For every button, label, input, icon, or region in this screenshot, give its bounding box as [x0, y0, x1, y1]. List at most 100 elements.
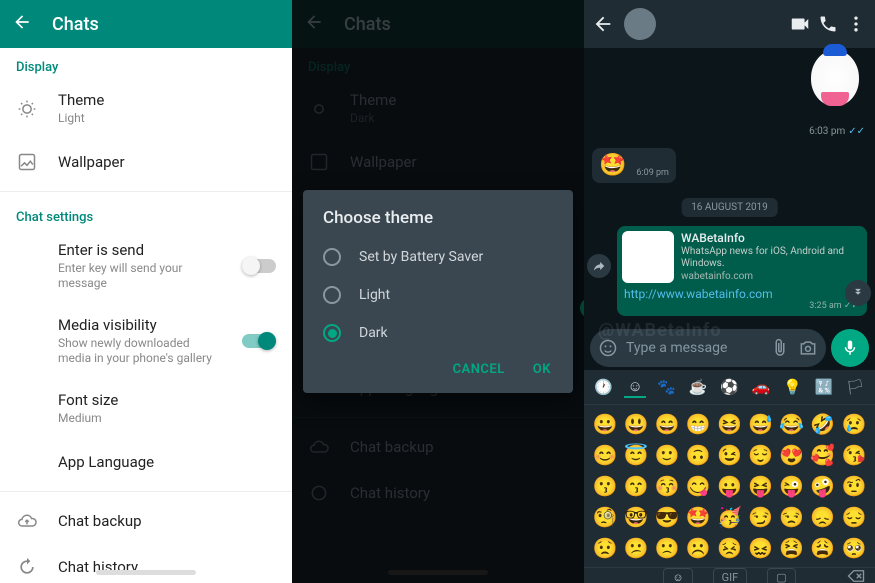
emoji-icon[interactable]: [598, 338, 618, 358]
theme-option-light[interactable]: Light: [303, 276, 573, 314]
enter-send-row[interactable]: Enter is sendEnter key will send your me…: [0, 229, 292, 304]
emoji-item[interactable]: 😕: [621, 533, 651, 563]
media-toggle[interactable]: [242, 334, 276, 348]
message-time: 6:03 pm✓✓: [809, 126, 865, 137]
back-icon[interactable]: [592, 13, 614, 35]
emoji-item[interactable]: 😇: [621, 440, 651, 470]
emoji-item[interactable]: 😜: [777, 471, 807, 501]
font-value: Medium: [58, 411, 276, 427]
category-recent-icon[interactable]: 🕐: [593, 376, 615, 398]
emoji-item[interactable]: 😛: [714, 471, 744, 501]
emoji-item[interactable]: 🥰: [808, 440, 838, 470]
radio-icon: [323, 248, 341, 266]
link-preview[interactable]: WABetaInfo WhatsApp news for iOS, Androi…: [622, 231, 862, 283]
emoji-item[interactable]: 😒: [777, 502, 807, 532]
emoji-item[interactable]: 😍: [777, 440, 807, 470]
emoji-item[interactable]: 😌: [746, 440, 776, 470]
dialog-overlay: Choose theme Set by Battery Saver Light …: [292, 0, 584, 583]
forward-icon[interactable]: [587, 254, 611, 278]
chat-history-row[interactable]: Chat history: [0, 544, 292, 583]
category-smileys-icon[interactable]: ☺: [624, 376, 646, 398]
section-chat-settings: Chat settings: [0, 198, 292, 229]
video-call-icon[interactable]: [789, 13, 811, 35]
camera-icon[interactable]: [798, 338, 818, 358]
sticker-message[interactable]: [805, 50, 865, 120]
emoji-item[interactable]: 😆: [714, 409, 744, 439]
input-placeholder: Type a message: [626, 340, 762, 356]
cancel-button[interactable]: CANCEL: [453, 362, 505, 377]
emoji-item[interactable]: 😔: [839, 502, 869, 532]
emoji-item[interactable]: 😂: [777, 409, 807, 439]
emoji-item[interactable]: 🤓: [621, 502, 651, 532]
wallpaper-icon: [16, 151, 38, 173]
emoji-item[interactable]: 😏: [746, 502, 776, 532]
emoji-item[interactable]: 😩: [808, 533, 838, 563]
avatar[interactable]: [624, 8, 656, 40]
chat-area[interactable]: 6:03 pm✓✓ 🤩6:09 pm 16 AUGUST 2019 WABeta…: [584, 48, 875, 326]
emoji-item[interactable]: 😗: [590, 471, 620, 501]
emoji-item[interactable]: 😘: [839, 440, 869, 470]
app-language-row[interactable]: App Language: [0, 439, 292, 485]
emoji-item[interactable]: 🙃: [683, 440, 713, 470]
enter-send-toggle[interactable]: [242, 259, 276, 273]
theme-option-dark[interactable]: Dark: [303, 314, 573, 352]
mic-button[interactable]: [831, 329, 869, 367]
message-link[interactable]: http://www.wabetainfo.com: [622, 283, 862, 301]
chat-backup-row[interactable]: Chat backup: [0, 498, 292, 544]
category-objects-icon[interactable]: 💡: [781, 376, 803, 398]
emoji-item[interactable]: 😉: [714, 440, 744, 470]
category-animals-icon[interactable]: 🐾: [656, 376, 678, 398]
category-flags-icon[interactable]: 🏳: [844, 376, 866, 398]
emoji-item[interactable]: 😎: [652, 502, 682, 532]
menu-icon[interactable]: [845, 13, 867, 35]
emoji-item[interactable]: 😅: [746, 409, 776, 439]
emoji-item[interactable]: 😀: [590, 409, 620, 439]
emoji-item[interactable]: 😞: [808, 502, 838, 532]
media-visibility-row[interactable]: Media visibilityShow newly downloaded me…: [0, 304, 292, 379]
emoji-item[interactable]: 🤣: [808, 409, 838, 439]
emoji-item[interactable]: 😊: [590, 440, 620, 470]
emoji-item[interactable]: 🤩: [683, 502, 713, 532]
emoji-item[interactable]: 🥺: [839, 533, 869, 563]
emoji-item[interactable]: 😁: [683, 409, 713, 439]
font-size-row[interactable]: Font sizeMedium: [0, 379, 292, 439]
emoji-item[interactable]: 🧐: [590, 502, 620, 532]
category-activity-icon[interactable]: ⚽: [718, 376, 740, 398]
emoji-item[interactable]: 🙁: [652, 533, 682, 563]
emoji-item[interactable]: 😝: [746, 471, 776, 501]
emoji-item[interactable]: 🤪: [808, 471, 838, 501]
category-symbols-icon[interactable]: 🔣: [813, 376, 835, 398]
settings-dark-panel: Chats Display ThemeDark Wallpaper App La…: [292, 0, 584, 583]
attach-icon[interactable]: [770, 338, 790, 358]
emoji-item[interactable]: 😋: [683, 471, 713, 501]
voice-call-icon[interactable]: [817, 13, 839, 35]
emoji-item[interactable]: 😫: [777, 533, 807, 563]
wallpaper-row[interactable]: Wallpaper: [0, 139, 292, 185]
backspace-icon[interactable]: [847, 567, 865, 583]
sticker-tab[interactable]: ▢: [767, 568, 795, 583]
emoji-item[interactable]: 😖: [746, 533, 776, 563]
emoji-item[interactable]: 😄: [652, 409, 682, 439]
emoji-item[interactable]: 🙂: [652, 440, 682, 470]
category-food-icon[interactable]: ☕: [687, 376, 709, 398]
emoji-item[interactable]: 😢: [839, 409, 869, 439]
emoji-item[interactable]: 😟: [590, 533, 620, 563]
emoji-item[interactable]: 😃: [621, 409, 651, 439]
emoji-item[interactable]: 😙: [621, 471, 651, 501]
ok-button[interactable]: OK: [533, 362, 551, 377]
emoji-item[interactable]: 😣: [714, 533, 744, 563]
emoji-item[interactable]: 🥳: [714, 502, 744, 532]
emoji-item[interactable]: 🤨: [839, 471, 869, 501]
emoji-item[interactable]: ☹️: [683, 533, 713, 563]
emoji-item[interactable]: 😚: [652, 471, 682, 501]
outgoing-message[interactable]: WABetaInfo WhatsApp news for iOS, Androi…: [617, 226, 867, 316]
gif-tab[interactable]: GIF: [713, 568, 748, 583]
theme-row[interactable]: ThemeLight: [0, 79, 292, 139]
theme-option-battery[interactable]: Set by Battery Saver: [303, 238, 573, 276]
incoming-message[interactable]: 🤩6:09 pm: [592, 148, 676, 183]
emoji-tab[interactable]: ☺: [663, 568, 692, 583]
back-icon[interactable]: [12, 12, 32, 36]
scroll-down-button[interactable]: [845, 280, 871, 306]
category-travel-icon[interactable]: 🚗: [750, 376, 772, 398]
enter-send-label: Enter is send: [58, 241, 222, 259]
